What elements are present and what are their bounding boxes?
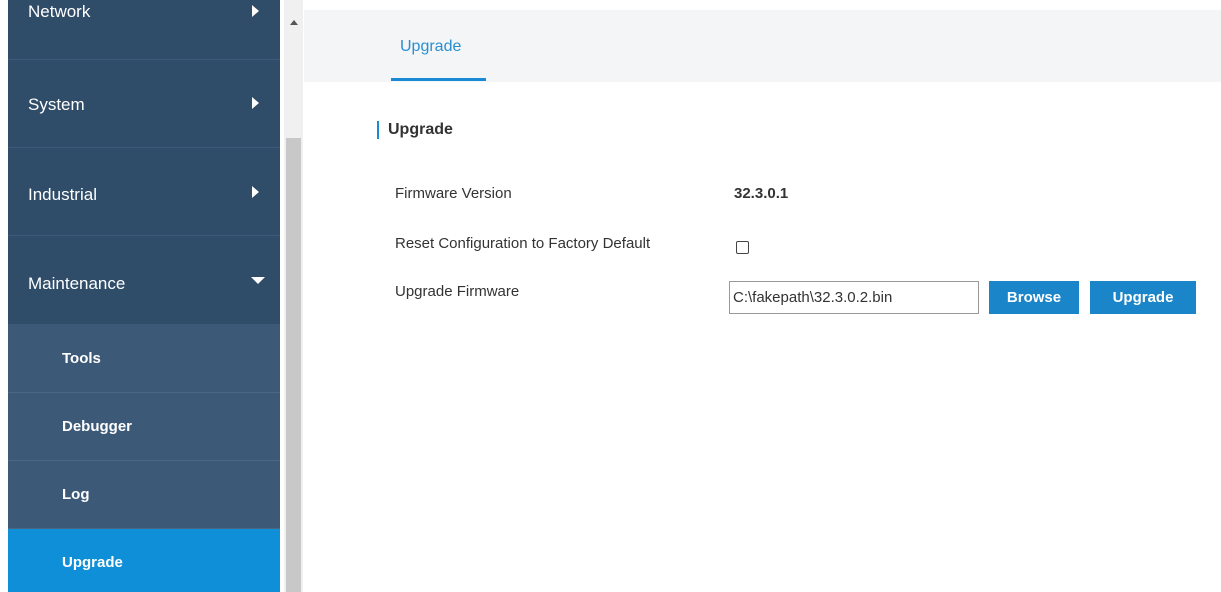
scrollbar-thumb[interactable] xyxy=(286,138,301,592)
sidebar-item-label: Industrial xyxy=(28,185,97,204)
sidebar-subitem-tools[interactable]: Tools xyxy=(8,325,280,393)
sidebar-item-label: Network xyxy=(28,2,91,21)
tab-upgrade[interactable]: Upgrade xyxy=(400,38,461,56)
sidebar-subitem-log[interactable]: Log xyxy=(8,461,280,529)
sidebar-item-label: System xyxy=(28,95,85,114)
reset-config-label: Reset Configuration to Factory Default xyxy=(395,235,651,252)
sidebar-subitem-label: Tools xyxy=(62,350,101,367)
reset-config-checkbox[interactable] xyxy=(736,241,749,254)
upgrade-firmware-label: Upgrade Firmware xyxy=(395,283,520,300)
sidebar-subitem-label: Log xyxy=(62,486,90,503)
caret-right-icon xyxy=(252,186,259,198)
sidebar-item-maintenance[interactable]: Maintenance xyxy=(8,237,280,325)
scroll-up-arrow-icon[interactable] xyxy=(290,20,298,25)
active-tab-indicator xyxy=(391,78,486,81)
caret-down-icon xyxy=(251,277,265,284)
tab-bar: Upgrade xyxy=(304,10,1221,82)
section-title: Upgrade xyxy=(388,121,453,138)
sidebar-item-system[interactable]: System xyxy=(8,60,280,148)
upgrade-button[interactable]: Upgrade xyxy=(1090,281,1196,314)
firmware-version-label: Firmware Version xyxy=(395,185,512,202)
caret-right-icon xyxy=(252,97,259,109)
section-marker xyxy=(377,121,379,139)
firmware-file-input[interactable]: C:\fakepath\32.3.0.2.bin xyxy=(729,281,979,314)
sidebar-subitem-debugger[interactable]: Debugger xyxy=(8,393,280,461)
sidebar-item-industrial[interactable]: Industrial xyxy=(8,148,280,236)
browse-button[interactable]: Browse xyxy=(989,281,1079,314)
sidebar-subitem-upgrade[interactable]: Upgrade xyxy=(8,529,280,592)
sidebar-scrollbar[interactable] xyxy=(284,0,303,592)
sidebar: Network System Industrial Maintenance To… xyxy=(8,0,280,592)
firmware-version-value: 32.3.0.1 xyxy=(734,185,789,202)
main-content: Upgrade Upgrade Firmware Version 32.3.0.… xyxy=(304,0,1221,592)
sidebar-subitem-label: Debugger xyxy=(62,418,133,435)
caret-right-icon xyxy=(252,5,259,17)
sidebar-subitem-label: Upgrade xyxy=(62,554,123,571)
sidebar-item-network[interactable]: Network xyxy=(8,0,280,60)
sidebar-item-label: Maintenance xyxy=(28,274,126,293)
